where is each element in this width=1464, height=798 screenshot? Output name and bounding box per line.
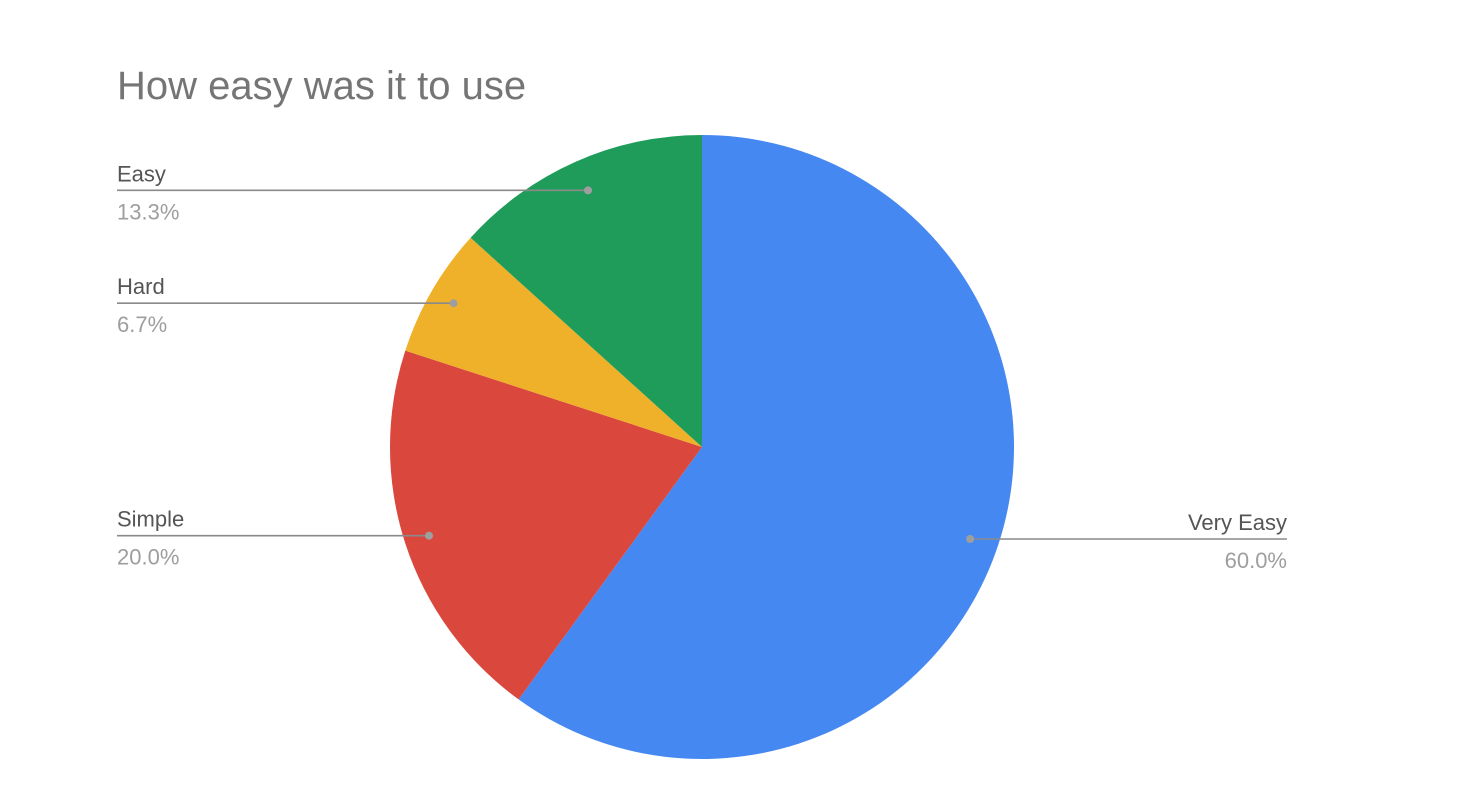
- slice-percent-simple: 20.0%: [117, 545, 179, 570]
- slice-label-group-very-easy: Very Easy 60.0%: [966, 510, 1287, 573]
- pie-chart: How easy was it to use Very Easy 60.0% Sim…: [117, 64, 1287, 759]
- leader-dot-hard: [449, 299, 458, 308]
- pie-slices: [390, 135, 1014, 759]
- slice-percent-easy: 13.3%: [117, 199, 179, 224]
- slice-label-group-simple: Simple 20.0%: [117, 507, 434, 570]
- leader-dot-simple: [425, 531, 434, 540]
- slice-label-hard: Hard: [117, 274, 165, 299]
- slice-percent-very-easy: 60.0%: [1225, 548, 1287, 573]
- slice-label-simple: Simple: [117, 507, 184, 532]
- chart-title: How easy was it to use: [117, 64, 526, 108]
- slice-label-group-hard: Hard 6.7%: [117, 274, 458, 337]
- slice-label-easy: Easy: [117, 161, 166, 186]
- leader-dot-very-easy: [966, 535, 975, 543]
- leader-dot-easy: [584, 186, 593, 195]
- slice-label-very-easy: Very Easy: [1188, 510, 1287, 535]
- slice-percent-hard: 6.7%: [117, 312, 167, 337]
